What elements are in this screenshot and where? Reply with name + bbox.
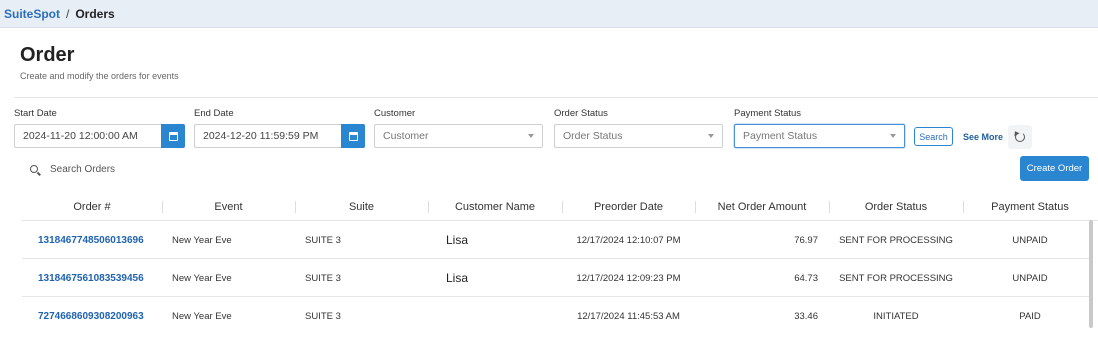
payment-status-cell: UNPAID [1012,234,1048,246]
order-status-cell: SENT FOR PROCESSING [839,272,953,284]
order-status-cell: SENT FOR PROCESSING [839,234,953,246]
chevron-down-icon [890,134,896,138]
preorder-date-cell: 12/17/2024 12:09:23 PM [576,272,681,284]
event-cell: New Year Eve [172,310,232,322]
suite-cell: SUITE 3 [305,310,341,322]
customer-name-cell: Lisa [446,271,469,285]
customer-name-cell: Lisa [446,233,469,247]
customer-label: Customer [374,108,416,119]
payment-status-label: Payment Status [734,108,802,119]
end-date-input[interactable]: 2024-12-20 11:59:59 PM [194,124,342,148]
customer-select-placeholder: Customer [383,130,429,142]
column-header-net-order-amount[interactable]: Net Order Amount [695,192,829,221]
order-number-link[interactable]: 7274668609308200963 [38,297,144,335]
table-row[interactable]: 7274668609308200963 New Year Eve SUITE 3… [22,297,1090,335]
start-date-calendar-button[interactable] [161,124,185,148]
column-header-preorder-date[interactable]: Preorder Date [562,192,695,221]
suite-cell: SUITE 3 [305,234,341,246]
table-scrollbar[interactable] [1089,220,1093,328]
payment-status-select[interactable]: Payment Status [734,124,905,148]
customer-select[interactable]: Customer [374,124,543,148]
order-number-link[interactable]: 1318467748506013696 [38,221,144,259]
table-header: Order # Event Suite Customer Name Preord… [22,192,1098,221]
column-header-event[interactable]: Event [162,192,295,221]
order-status-select[interactable]: Order Status [554,124,723,148]
order-status-select-placeholder: Order Status [563,130,623,142]
search-orders-field[interactable]: Search Orders [30,160,115,178]
create-order-button[interactable]: Create Order [1020,156,1089,181]
column-header-order-status[interactable]: Order Status [829,192,963,221]
event-cell: New Year Eve [172,272,232,284]
net-amount-cell: 76.97 [794,234,818,246]
net-amount-cell: 64.73 [794,272,818,284]
column-header-customer-name[interactable]: Customer Name [428,192,562,221]
preorder-date-cell: 12/17/2024 11:45:53 AM [577,310,680,322]
search-orders-placeholder: Search Orders [50,163,116,175]
chevron-down-icon [708,134,714,138]
start-date-label: Start Date [14,108,57,119]
search-button[interactable]: Search [914,127,953,146]
breadcrumb: SuiteSpot / Orders [0,0,1098,28]
breadcrumb-root-link[interactable]: SuiteSpot [4,7,60,21]
breadcrumb-current: Orders [75,6,115,21]
calendar-icon [348,131,358,141]
table-row[interactable]: 1318467561083539456 New Year Eve SUITE 3… [22,259,1090,297]
reset-button[interactable] [1008,125,1032,149]
reset-icon [1015,132,1025,142]
net-amount-cell: 33.46 [794,310,818,322]
column-header-suite[interactable]: Suite [295,192,428,221]
end-date-label: End Date [194,108,234,119]
end-date-calendar-button[interactable] [341,124,365,148]
payment-status-cell: UNPAID [1012,272,1048,284]
payment-status-cell: PAID [1019,310,1041,322]
order-status-cell: INITIATED [873,310,919,322]
page-title: Order [20,44,75,66]
calendar-icon [168,131,178,141]
event-cell: New Year Eve [172,234,232,246]
column-header-order-number[interactable]: Order # [22,192,162,221]
preorder-date-cell: 12/17/2024 12:10:07 PM [576,234,681,246]
payment-status-select-placeholder: Payment Status [743,130,818,142]
order-number-link[interactable]: 1318467561083539456 [38,259,144,297]
page-subtitle: Create and modify the orders for events [20,71,179,81]
column-header-payment-status[interactable]: Payment Status [963,192,1097,221]
search-icon [30,165,38,173]
suite-cell: SUITE 3 [305,272,341,284]
see-more-button[interactable]: See More [963,127,1003,146]
divider [14,97,1098,98]
table-row[interactable]: 1318467748506013696 New Year Eve SUITE 3… [22,221,1090,259]
chevron-down-icon [528,134,534,138]
start-date-input[interactable]: 2024-11-20 12:00:00 AM [14,124,162,148]
breadcrumb-separator: / [66,6,70,21]
order-status-label: Order Status [554,108,608,119]
